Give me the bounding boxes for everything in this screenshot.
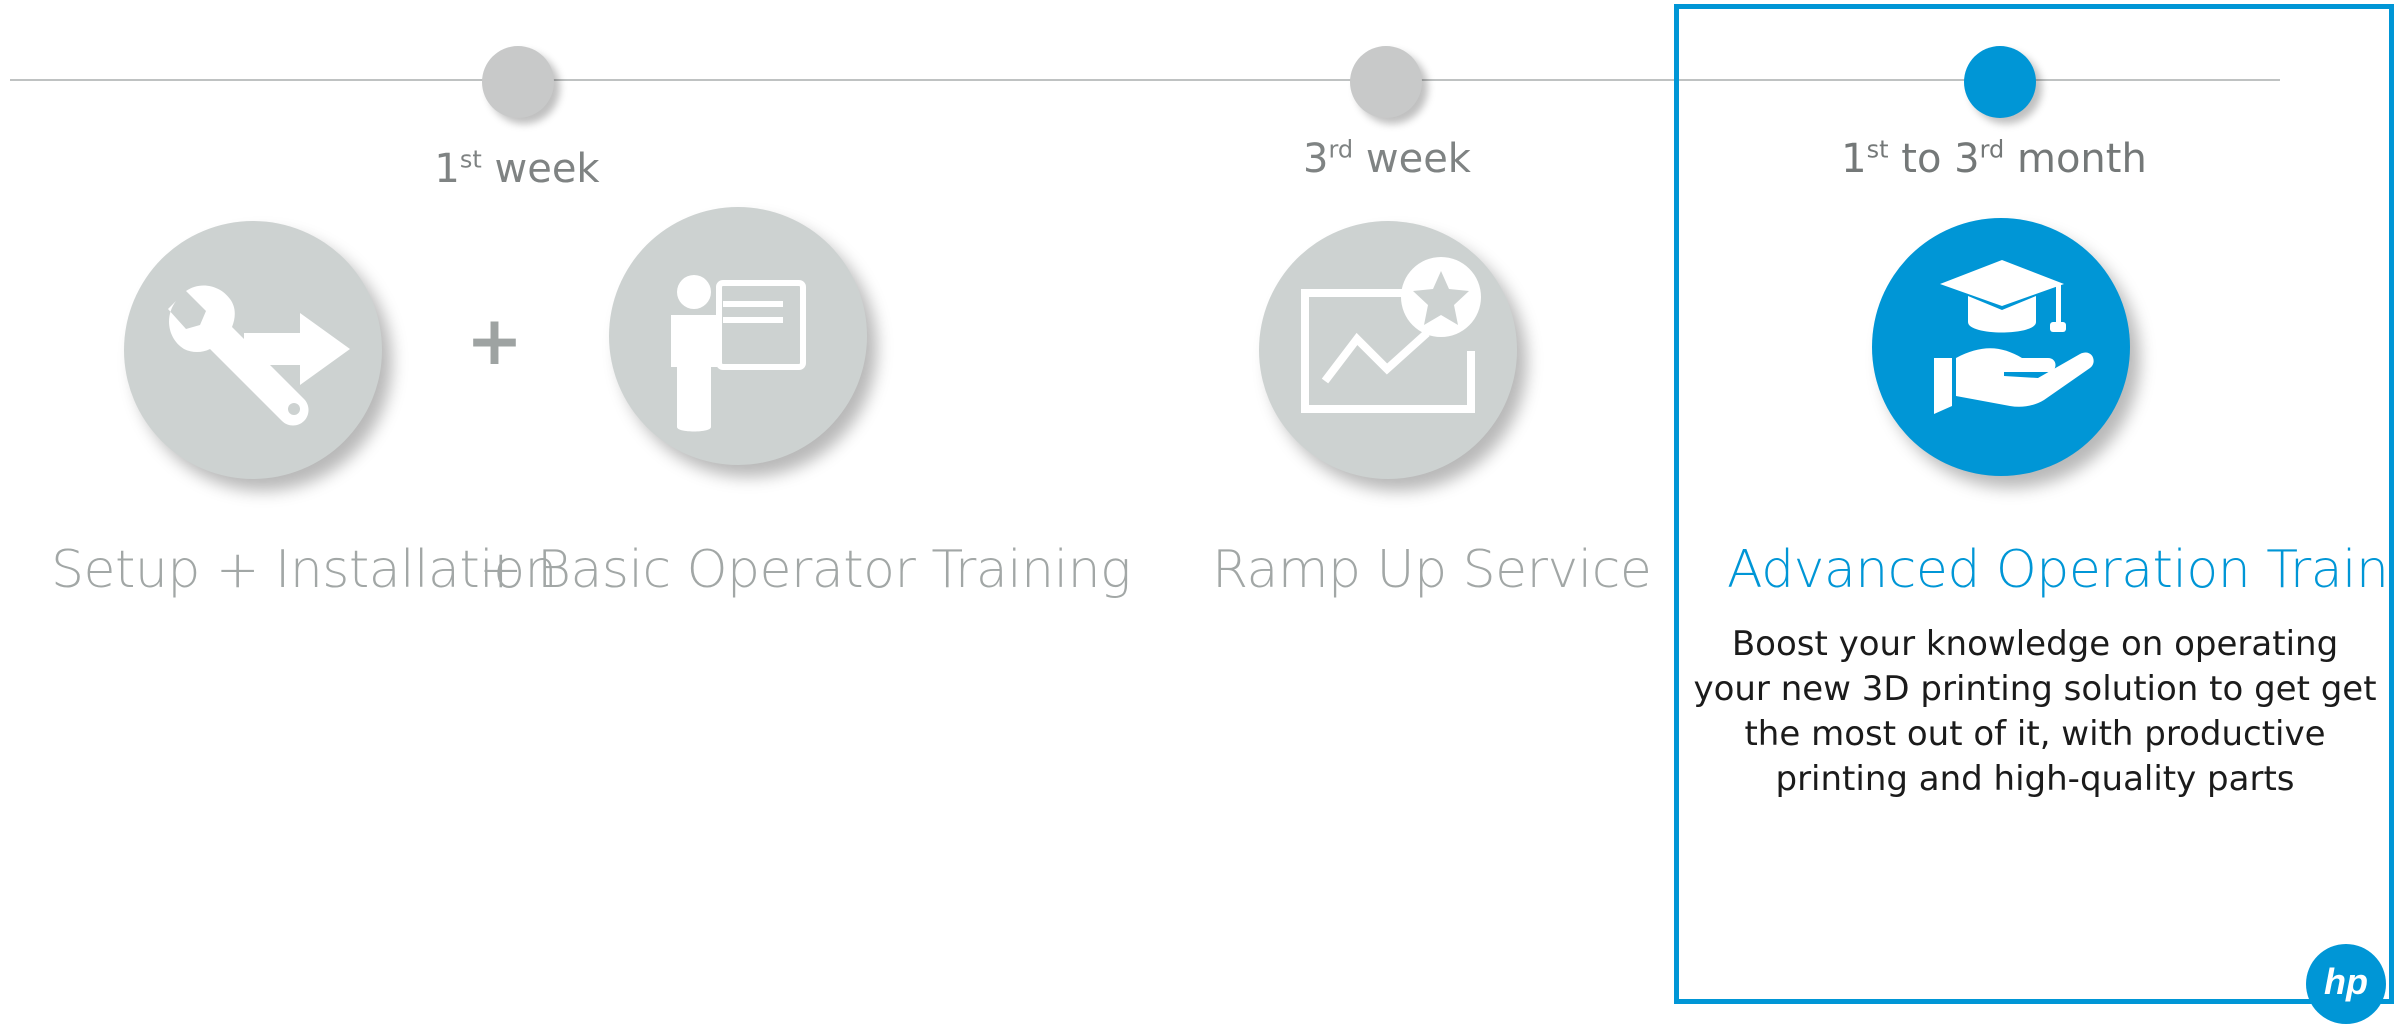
wrench-arrow-icon [168, 285, 350, 426]
title-plus: + [479, 540, 523, 600]
phase-suffix: st [459, 145, 482, 174]
advanced-description: Boost your knowledge on operating your n… [1693, 624, 2377, 799]
hp-logo: hp [2306, 944, 2386, 1024]
hp-logo-icon: hp [2324, 961, 2368, 1002]
phase-unit: week [1353, 136, 1471, 182]
phase-label-week3: 3rd week [1137, 136, 1637, 182]
phase-label-week1: 1st week [267, 146, 767, 192]
advanced-title: Advanced Operation Training [1727, 540, 2394, 600]
setup-circle [124, 221, 382, 479]
phase-number: 3 [1303, 136, 1329, 182]
phase-number: 1 [434, 146, 460, 192]
chart-star-icon [1301, 257, 1481, 413]
phase-unit: week [481, 146, 600, 192]
phase-suffix: rd [1328, 135, 1354, 164]
plus-separator: + [466, 302, 523, 381]
active-stage-frame [1674, 4, 2394, 1004]
rampup-title: Ramp Up Service [1212, 540, 1652, 600]
basic-circle [609, 207, 867, 465]
presenter-board-icon [671, 275, 806, 432]
timeline-dot-week1 [482, 46, 554, 118]
basic-title: Basic Operator Training [537, 540, 1131, 600]
timeline-dot-week3 [1350, 46, 1422, 118]
svg-text:hp: hp [2324, 961, 2368, 1002]
rampup-circle [1259, 221, 1517, 479]
